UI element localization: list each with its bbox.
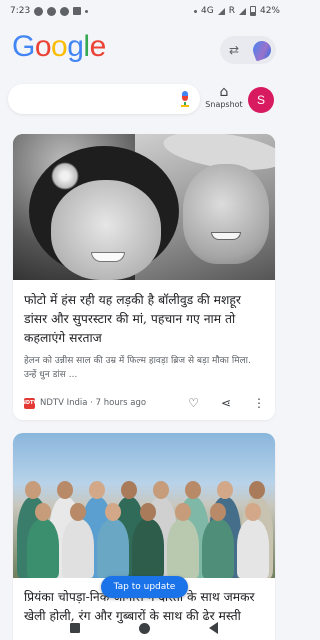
- news-image[interactable]: [13, 433, 275, 578]
- notification-icon: [34, 6, 44, 16]
- tap-to-update-button[interactable]: Tap to update: [101, 576, 188, 598]
- snapshot-button[interactable]: ⌂ Snapshot: [204, 84, 244, 109]
- logo-letter: o: [51, 30, 68, 63]
- notification-icon: [47, 6, 57, 16]
- gemini-icon[interactable]: [250, 38, 274, 62]
- google-logo: Google: [12, 30, 106, 64]
- status-time: 7:23: [10, 6, 31, 16]
- news-card[interactable]: प्रियंका चोपड़ा-निक जोनास ने दोस्तों के …: [13, 433, 275, 640]
- snapshot-icon: ⌂: [219, 84, 229, 100]
- status-bar: 7:23 4G R 42%: [0, 0, 288, 22]
- more-options-icon[interactable]: ⋮: [253, 396, 265, 410]
- signal-icon: [217, 7, 225, 15]
- search-bar[interactable]: [8, 84, 200, 114]
- system-nav-bar: [0, 616, 288, 640]
- snapshot-label: Snapshot: [205, 100, 243, 109]
- news-source: NDTV India: [40, 398, 88, 408]
- logo-letter: o: [34, 30, 52, 63]
- logo-letter: g: [67, 30, 84, 63]
- share-icon[interactable]: ⋖: [221, 396, 231, 410]
- recents-icon[interactable]: [69, 623, 80, 633]
- mic-icon[interactable]: [180, 91, 190, 107]
- avatar[interactable]: S: [248, 87, 274, 113]
- like-icon[interactable]: ♡: [188, 396, 199, 410]
- more-notifications-icon: [85, 9, 89, 13]
- home-icon[interactable]: [138, 622, 150, 634]
- logo-letter: G: [12, 30, 35, 63]
- news-meta: NDTV NDTV India · 7 hours ago ♡ ⋖ ⋮: [21, 396, 265, 410]
- notification-icon: [60, 6, 70, 16]
- switch-icon[interactable]: ⇄: [229, 43, 239, 57]
- notification-icon: [73, 7, 82, 15]
- battery-percent: 42%: [259, 6, 280, 16]
- signal-icon: [238, 7, 246, 15]
- news-card[interactable]: फोटो में हंस रही यह लड़की है बॉलीवुड की …: [13, 134, 275, 420]
- news-time: 7 hours ago: [95, 398, 147, 408]
- app-switcher-pill[interactable]: ⇄: [220, 36, 276, 64]
- back-icon[interactable]: [209, 622, 219, 634]
- roaming-indicator: R: [228, 6, 235, 16]
- news-image[interactable]: [13, 134, 275, 280]
- alarm-icon: [194, 9, 198, 13]
- news-snippet: हेलन को उन्नीस साल की उम्र में फिल्म हाव…: [24, 356, 251, 380]
- network-type: 4G: [201, 6, 214, 16]
- news-headline[interactable]: फोटो में हंस रही यह लड़की है बॉलीवुड की …: [13, 280, 275, 348]
- battery-icon: [249, 6, 256, 16]
- ndtv-logo-icon: NDTV: [22, 397, 37, 409]
- logo-letter: e: [89, 30, 107, 63]
